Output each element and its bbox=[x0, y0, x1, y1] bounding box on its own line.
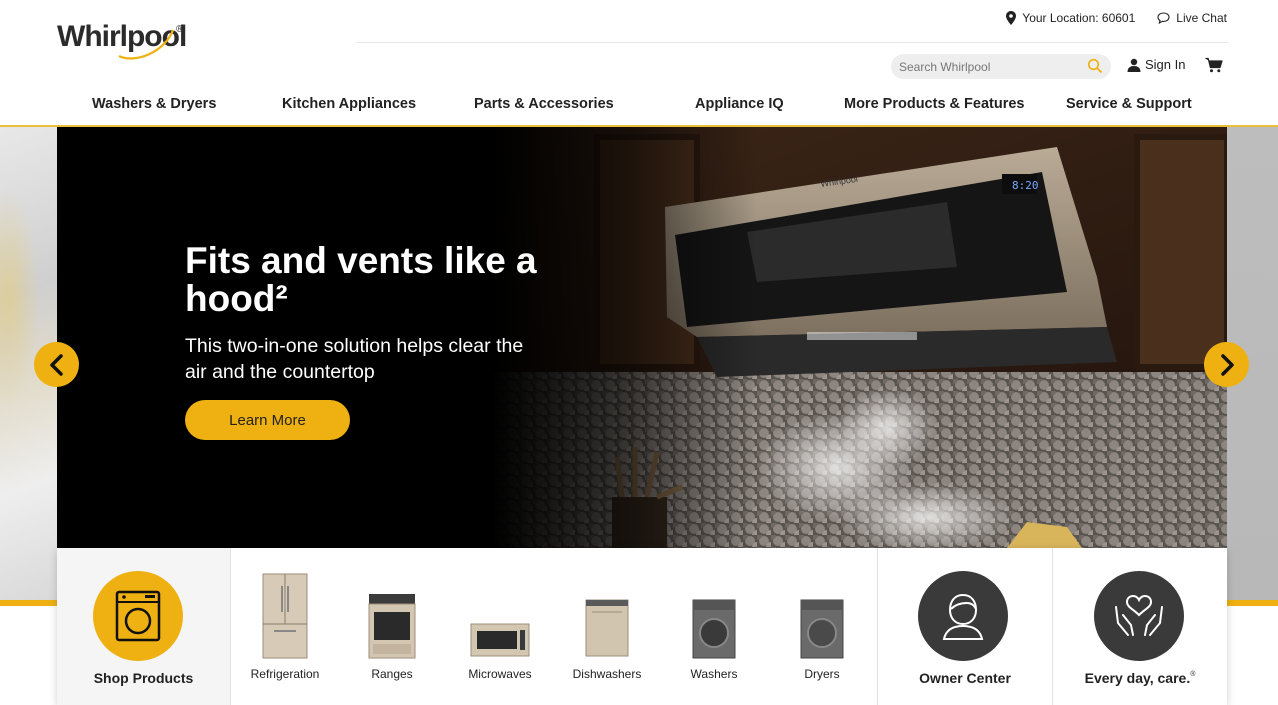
chat-bubble-icon bbox=[1157, 12, 1170, 24]
person-icon bbox=[942, 593, 984, 640]
sign-in-link[interactable]: Sign In bbox=[1127, 57, 1185, 72]
dishwashers-label: Dishwashers bbox=[572, 667, 642, 681]
ranges-label: Ranges bbox=[371, 667, 413, 681]
shop-products-circle bbox=[93, 571, 183, 661]
location-label: Your Location: 60601 bbox=[1022, 11, 1136, 25]
whirlpool-logo[interactable]: Whirlpool ® bbox=[57, 20, 187, 64]
hands-heart-icon bbox=[1115, 594, 1163, 636]
category-divider bbox=[230, 548, 231, 705]
carousel-prev-button[interactable] bbox=[34, 342, 79, 387]
range-image bbox=[342, 592, 442, 660]
every-day-care-label: Every day, care.® bbox=[1053, 670, 1227, 686]
microwaves-label: Microwaves bbox=[468, 667, 532, 681]
washer-icon bbox=[115, 590, 161, 642]
shop-products-label: Shop Products bbox=[93, 670, 194, 686]
shop-products-tile[interactable]: Shop Products bbox=[57, 548, 230, 705]
live-chat-link[interactable]: Live Chat bbox=[1157, 11, 1227, 25]
nav-parts-accessories[interactable]: Parts & Accessories bbox=[474, 96, 614, 112]
owner-center-circle bbox=[918, 571, 1008, 661]
utility-bar: Your Location: 60601 Live Chat bbox=[1006, 11, 1227, 25]
category-washers[interactable]: Washers bbox=[664, 548, 764, 705]
microwave-icon bbox=[470, 623, 530, 657]
search-input[interactable] bbox=[899, 59, 1079, 74]
live-chat-label: Live Chat bbox=[1176, 11, 1227, 25]
dishwasher-icon bbox=[585, 599, 629, 657]
map-pin-icon bbox=[1006, 11, 1017, 25]
owner-center-tile[interactable]: Owner Center bbox=[878, 548, 1052, 705]
accent-stripe-right bbox=[1227, 600, 1278, 606]
nav-service-support[interactable]: Service & Support bbox=[1066, 96, 1192, 112]
nav-washers-dryers[interactable]: Washers & Dryers bbox=[92, 96, 216, 112]
nav-kitchen-appliances[interactable]: Kitchen Appliances bbox=[282, 96, 416, 112]
washers-label: Washers bbox=[690, 667, 738, 681]
chevron-left-icon bbox=[49, 353, 63, 376]
dishwasher-image bbox=[557, 598, 657, 658]
hero-banner: 8:20 Whirlpool Fits and vents like a hoo… bbox=[57, 127, 1227, 548]
front-load-washer-icon bbox=[692, 599, 736, 659]
sign-in-label: Sign In bbox=[1145, 57, 1186, 72]
owner-center-label: Owner Center bbox=[919, 670, 1011, 686]
category-refrigeration[interactable]: Refrigeration bbox=[235, 548, 335, 705]
refrigerator-image bbox=[235, 572, 335, 660]
logo-swoosh-icon bbox=[118, 29, 175, 60]
main-nav: Washers & Dryers Kitchen Appliances Part… bbox=[0, 96, 1278, 118]
category-bar: Shop Products Refrigeration Ranges Micro… bbox=[57, 548, 1227, 705]
category-dryers[interactable]: Dryers bbox=[772, 548, 872, 705]
logo-registered-mark: ® bbox=[176, 24, 184, 35]
category-ranges[interactable]: Ranges bbox=[342, 548, 442, 705]
accent-stripe-left bbox=[0, 600, 57, 606]
refrigerator-icon bbox=[262, 573, 308, 659]
microwave-clock: 8:20 bbox=[1012, 179, 1039, 192]
every-day-care-text: Every day, care. bbox=[1084, 670, 1191, 686]
location-link[interactable]: Your Location: 60601 bbox=[1006, 11, 1135, 25]
every-day-care-mark: ® bbox=[1190, 671, 1196, 678]
washer-image bbox=[664, 598, 764, 660]
learn-more-button[interactable]: Learn More bbox=[185, 400, 350, 440]
dryer-icon bbox=[800, 599, 844, 659]
hero-title: Fits and vents like a hood² bbox=[185, 240, 537, 319]
category-microwaves[interactable]: Microwaves bbox=[450, 548, 550, 705]
chevron-right-icon bbox=[1220, 353, 1234, 376]
cart-button[interactable] bbox=[1205, 57, 1223, 78]
nav-appliance-iq[interactable]: Appliance IQ bbox=[695, 96, 784, 112]
every-day-care-tile[interactable]: Every day, care.® bbox=[1053, 548, 1227, 705]
range-icon bbox=[368, 594, 416, 659]
utility-divider bbox=[357, 42, 1228, 43]
search-box bbox=[891, 54, 1111, 79]
user-icon bbox=[1127, 58, 1141, 72]
every-day-care-circle bbox=[1094, 571, 1184, 661]
nav-more-products[interactable]: More Products & Features bbox=[844, 96, 1025, 112]
search-icon[interactable] bbox=[1087, 58, 1103, 74]
dryers-label: Dryers bbox=[804, 667, 840, 681]
category-dishwashers[interactable]: Dishwashers bbox=[557, 548, 657, 705]
dryer-image bbox=[772, 598, 872, 660]
cart-icon bbox=[1205, 57, 1223, 73]
microwave-image bbox=[450, 622, 550, 658]
refrigeration-label: Refrigeration bbox=[250, 667, 320, 681]
carousel-next-button[interactable] bbox=[1204, 342, 1249, 387]
hero-subtitle: This two-in-one solution helps clear the… bbox=[185, 335, 524, 383]
